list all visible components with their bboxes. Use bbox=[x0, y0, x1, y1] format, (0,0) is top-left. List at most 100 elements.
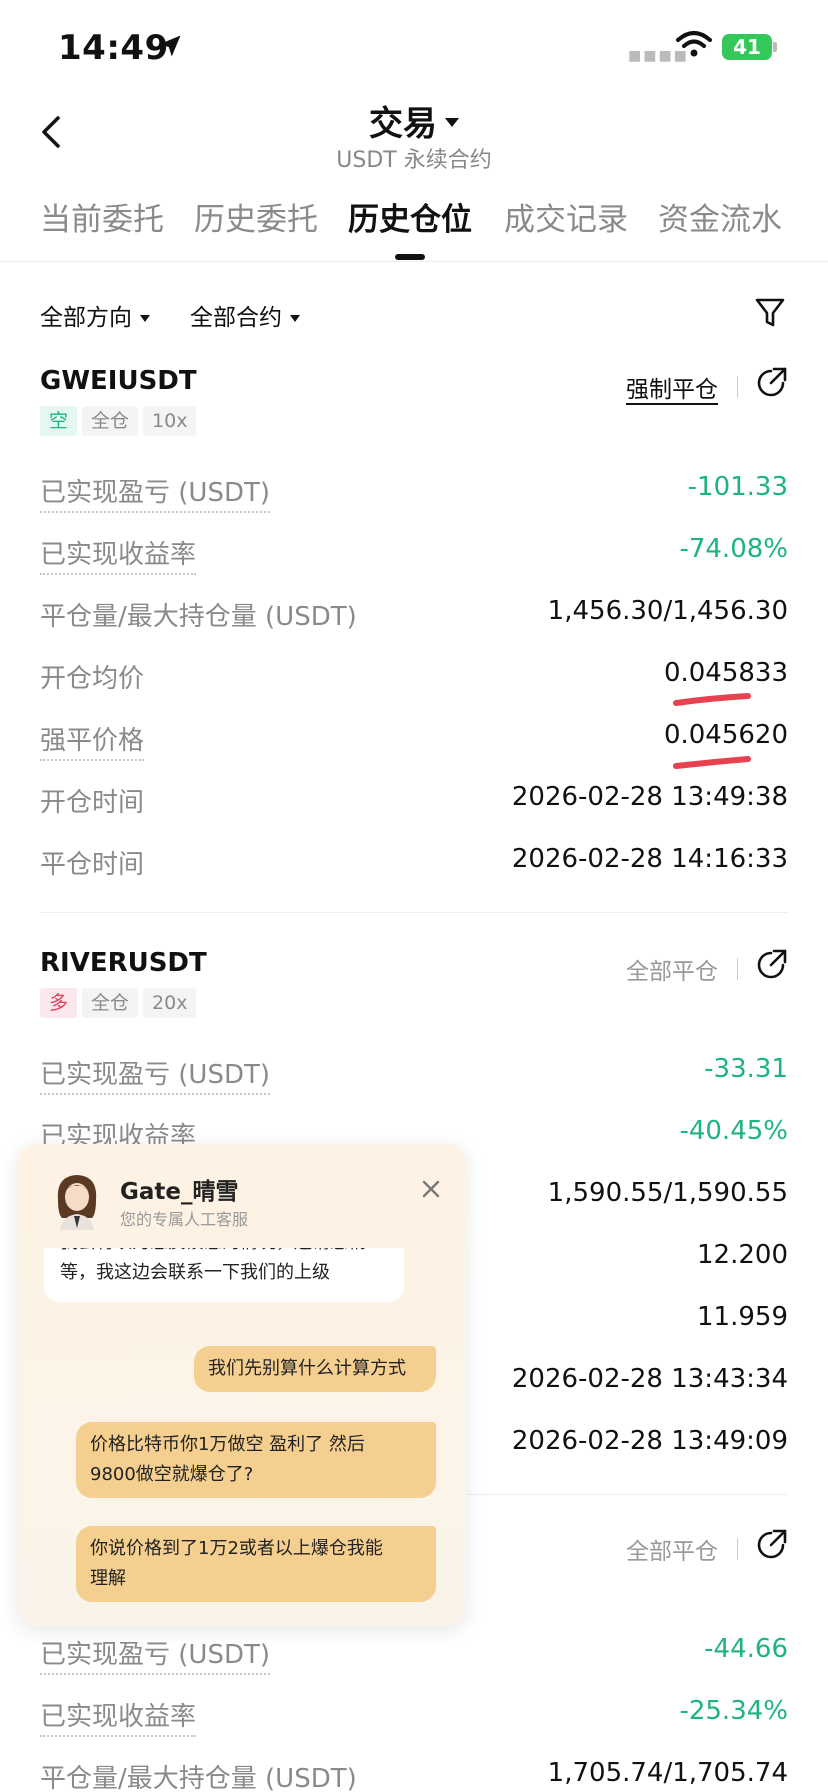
separator bbox=[737, 376, 738, 398]
card-divider bbox=[40, 912, 788, 913]
share-icon[interactable] bbox=[754, 948, 788, 982]
leverage-tag: 10x bbox=[143, 406, 197, 436]
entry-price-value: 0.045833 bbox=[663, 658, 788, 688]
status-bar: 14:49 ■■■■ 41 bbox=[0, 0, 828, 96]
tab-trade-history[interactable]: 成交记录 bbox=[504, 194, 628, 239]
separator bbox=[737, 1538, 738, 1560]
separator bbox=[737, 958, 738, 980]
support-chat-panel[interactable]: Gate_晴雪 您的专属人工客服 我会将以为您反馈您的情况，还请您稍 等，我这边… bbox=[18, 1144, 466, 1626]
wifi-icon bbox=[676, 31, 712, 57]
status-time: 14:49 bbox=[58, 28, 169, 68]
message-line: 等，我这边会联系一下我们的上级 bbox=[60, 1262, 330, 1283]
tab-order-history[interactable]: 历史委托 bbox=[194, 194, 318, 239]
realized-roi-value: -74.08% bbox=[679, 534, 788, 564]
battery-indicator: 41 bbox=[722, 34, 772, 60]
agent-subtitle: 您的专属人工客服 bbox=[120, 1210, 249, 1229]
tab-current-orders[interactable]: 当前委托 bbox=[40, 194, 164, 239]
contract-filter-label: 全部合约 bbox=[190, 305, 282, 331]
detail-row: 已实现盈亏 (USDT) -101.33 bbox=[40, 472, 788, 513]
margin-mode-tag: 全仓 bbox=[82, 988, 139, 1018]
detail-row: 开仓时间 2026-02-28 13:49:38 bbox=[40, 782, 788, 822]
red-annotation-mark bbox=[673, 693, 751, 706]
liquidation-price-value: 0.045620 bbox=[663, 720, 788, 750]
detail-row: 已实现盈亏 (USDT) -33.31 bbox=[40, 1054, 788, 1095]
message-line: 你说价格到了1万2或者以上爆仓我能 bbox=[90, 1538, 383, 1559]
message-line: 理解 bbox=[90, 1568, 126, 1589]
tab-funding-flow[interactable]: 资金流水 bbox=[658, 194, 782, 239]
realized-pnl-value: -33.31 bbox=[704, 1054, 788, 1084]
contract-filter[interactable]: 全部合约 bbox=[190, 298, 300, 332]
liquidation-price-label[interactable]: 强平价格 bbox=[40, 720, 145, 761]
entry-price-value: 12.200 bbox=[697, 1240, 788, 1270]
position-tags: 多全仓 20x bbox=[40, 988, 201, 1020]
agent-name: Gate_晴雪 bbox=[120, 1179, 239, 1205]
realized-pnl-label[interactable]: 已实现盈亏 (USDT) bbox=[40, 1054, 270, 1095]
close-type-label: 全部平仓 bbox=[626, 959, 718, 985]
close-type-label: 全部平仓 bbox=[626, 1539, 718, 1565]
open-time-value: 2026-02-28 13:43:34 bbox=[511, 1364, 788, 1394]
close-time-value: 2026-02-28 14:16:33 bbox=[511, 844, 788, 874]
position-card: GWEIUSDT 空全仓 10x 强制平仓 已实现盈亏 (USDT) -101.3… bbox=[40, 366, 788, 886]
agent-avatar bbox=[57, 1175, 97, 1230]
realized-pnl-label[interactable]: 已实现盈亏 (USDT) bbox=[40, 1634, 270, 1675]
page-subtitle: USDT 永续合约 bbox=[336, 148, 492, 173]
entry-price-label: 开仓均价 bbox=[40, 664, 145, 694]
liquidation-price-value: 11.959 bbox=[697, 1302, 788, 1332]
detail-row: 已实现收益率 -25.34% bbox=[40, 1696, 788, 1737]
message-line: 我会将以为您反馈您的情况，还请您稍 bbox=[60, 1248, 388, 1258]
battery-cap bbox=[773, 42, 777, 52]
realized-pnl-value: -101.33 bbox=[687, 472, 788, 502]
agent-message: 我会将以为您反馈您的情况，还请您稍 等，我这边会联系一下我们的上级 bbox=[44, 1248, 404, 1302]
realized-roi-value: -40.45% bbox=[679, 1116, 788, 1146]
message-line: 9800做空就爆仓了? bbox=[90, 1464, 254, 1485]
user-message: 我们先别算什么计算方式 bbox=[194, 1346, 436, 1392]
red-annotation-mark bbox=[673, 756, 751, 769]
tab-bar: 当前委托 历史委托 历史仓位 成交记录 资金流水 bbox=[40, 194, 828, 254]
message-line: 价格比特币你1万做空 盈利了 然后 bbox=[90, 1434, 365, 1455]
tab-position-history[interactable]: 历史仓位 bbox=[348, 194, 472, 239]
page-title[interactable]: 交易 bbox=[0, 96, 828, 145]
tabs-divider bbox=[0, 261, 828, 262]
margin-mode-tag: 全仓 bbox=[82, 406, 139, 436]
caret-down-icon bbox=[445, 118, 459, 127]
realized-pnl-value: -44.66 bbox=[704, 1634, 788, 1664]
realized-roi-value: -25.34% bbox=[679, 1696, 788, 1726]
direction-filter-label: 全部方向 bbox=[40, 305, 132, 331]
close-volume-value: 1,705.74/1,705.74 bbox=[547, 1758, 788, 1788]
caret-down-icon bbox=[140, 315, 150, 322]
position-tags: 空全仓 10x bbox=[40, 406, 201, 438]
side-tag-long: 多 bbox=[40, 988, 78, 1018]
user-message: 价格比特币你1万做空 盈利了 然后 9800做空就爆仓了? bbox=[76, 1422, 436, 1498]
close-time-label: 平仓时间 bbox=[40, 850, 145, 880]
close-volume-label: 平仓量/最大持仓量 (USDT) bbox=[40, 602, 357, 632]
detail-row: 平仓量/最大持仓量 (USDT) 1,705.74/1,705.74 bbox=[40, 1758, 788, 1792]
leverage-tag: 20x bbox=[143, 988, 197, 1018]
caret-down-icon bbox=[290, 315, 300, 322]
close-volume-label: 平仓量/最大持仓量 (USDT) bbox=[40, 1764, 357, 1792]
share-icon[interactable] bbox=[754, 1528, 788, 1562]
position-symbol: RIVERUSDT bbox=[40, 948, 207, 978]
filter-funnel-icon[interactable] bbox=[754, 296, 786, 330]
user-message: 你说价格到了1万2或者以上爆仓我能 理解 bbox=[76, 1526, 436, 1602]
page-title-text: 交易 bbox=[369, 104, 437, 144]
close-time-value: 2026-02-28 13:49:09 bbox=[511, 1426, 788, 1456]
active-tab-indicator bbox=[395, 254, 425, 260]
side-tag-short: 空 bbox=[40, 406, 78, 436]
detail-row: 平仓量/最大持仓量 (USDT) 1,456.30/1,456.30 bbox=[40, 596, 788, 636]
chat-message-list[interactable]: 我会将以为您反馈您的情况，还请您稍 等，我这边会联系一下我们的上级 我们先别算什… bbox=[18, 1248, 466, 1626]
detail-row: 平仓时间 2026-02-28 14:16:33 bbox=[40, 844, 788, 884]
position-symbol: GWEIUSDT bbox=[40, 366, 197, 396]
close-type-link[interactable]: 强制平仓 bbox=[626, 370, 718, 404]
realized-roi-label[interactable]: 已实现收益率 bbox=[40, 534, 197, 575]
detail-row: 已实现收益率 -74.08% bbox=[40, 534, 788, 575]
close-icon[interactable] bbox=[420, 1178, 442, 1200]
realized-roi-label[interactable]: 已实现收益率 bbox=[40, 1696, 197, 1737]
share-icon[interactable] bbox=[754, 366, 788, 400]
open-time-value: 2026-02-28 13:49:38 bbox=[511, 782, 788, 812]
realized-pnl-label[interactable]: 已实现盈亏 (USDT) bbox=[40, 472, 270, 513]
direction-filter[interactable]: 全部方向 bbox=[40, 298, 150, 332]
open-time-label: 开仓时间 bbox=[40, 788, 145, 818]
location-arrow-icon bbox=[159, 35, 181, 57]
detail-row: 已实现盈亏 (USDT) -44.66 bbox=[40, 1634, 788, 1675]
close-volume-value: 1,590.55/1,590.55 bbox=[547, 1178, 788, 1208]
